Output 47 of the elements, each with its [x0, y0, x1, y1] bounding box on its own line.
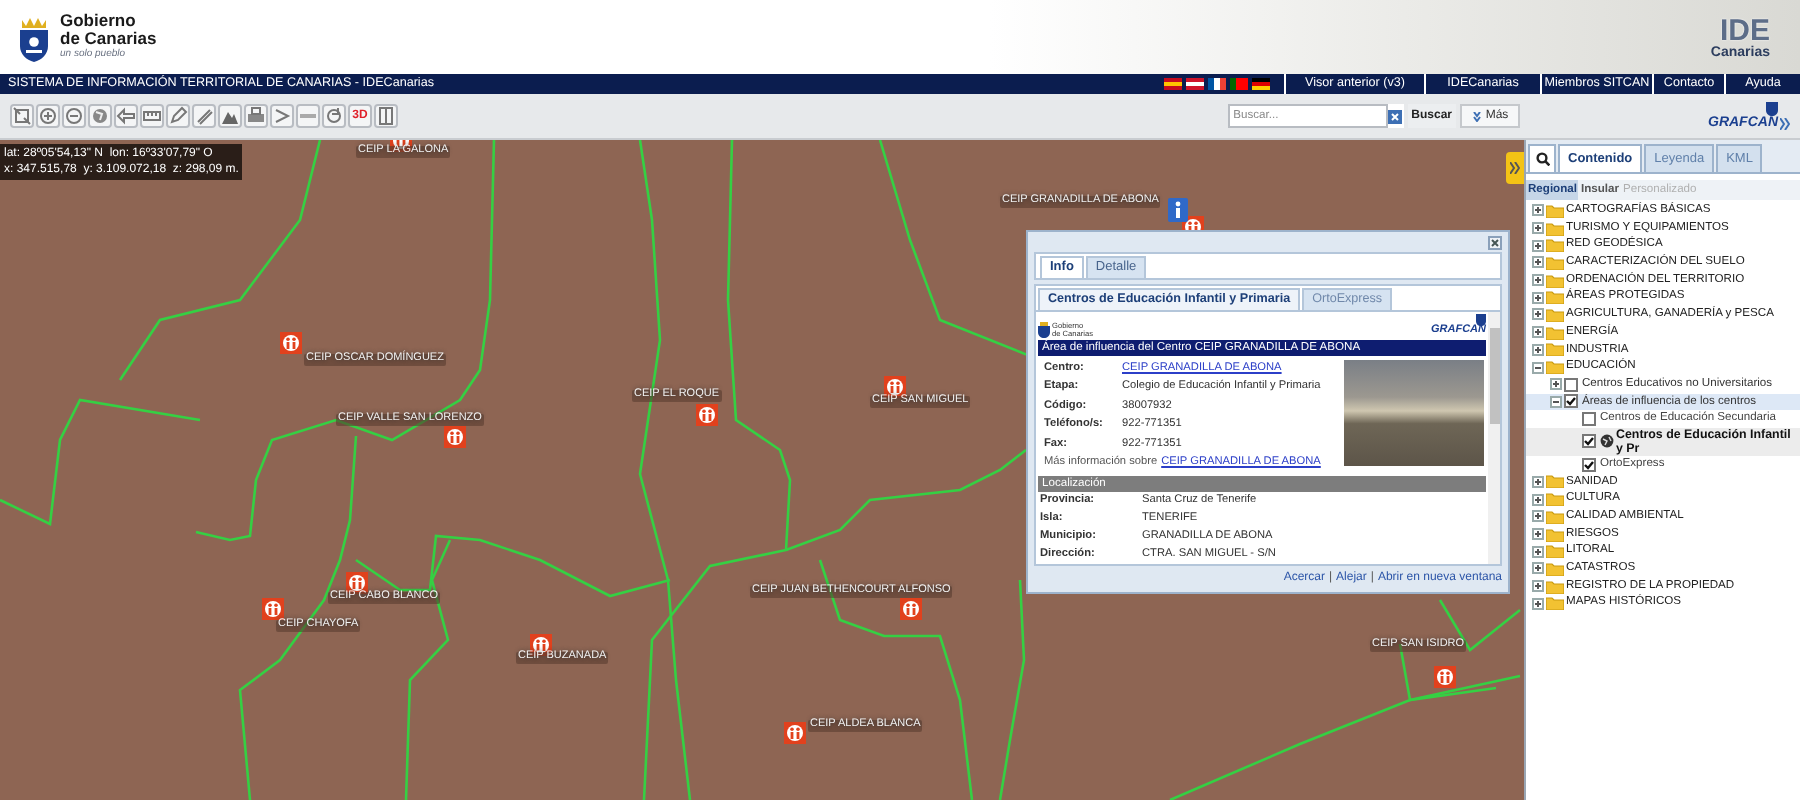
full-extent-button[interactable]	[10, 104, 34, 128]
arrow-left-button[interactable]	[114, 104, 138, 128]
brand-name: Gobierno	[60, 12, 138, 30]
flag-icon	[1208, 78, 1226, 90]
ide-logo: IDE	[1719, 15, 1770, 45]
printer-button[interactable]	[244, 104, 268, 128]
double-chevron-icon	[1471, 111, 1482, 121]
close-button[interactable]	[1488, 236, 1502, 250]
refresh-icon	[324, 106, 344, 126]
pencil-button[interactable]	[166, 104, 190, 128]
flag-icon	[1230, 78, 1248, 90]
panel-toggle-button[interactable]	[1506, 152, 1524, 184]
school-marker-icon	[262, 598, 284, 620]
school-marker-icon	[784, 722, 806, 744]
pencil-icon	[168, 106, 188, 126]
double-chevron-icon	[1510, 162, 1520, 174]
search-icon	[1535, 152, 1549, 166]
ruler-icon	[142, 106, 162, 126]
school-marker-icon	[280, 332, 302, 354]
double-chevron-icon	[1780, 118, 1790, 130]
ruler-button[interactable]	[140, 104, 164, 128]
bar-button[interactable]	[296, 104, 320, 128]
flag-icon	[1164, 78, 1182, 90]
school-marker-icon	[1434, 666, 1456, 688]
search-button[interactable]	[1528, 144, 1556, 172]
info-icon	[1168, 198, 1188, 222]
zoom-out-icon	[64, 106, 84, 126]
refresh-button[interactable]	[322, 104, 346, 128]
zoom-out-button[interactable]	[62, 104, 86, 128]
close-icon	[1488, 236, 1502, 250]
school-marker-icon	[696, 404, 718, 426]
school-marker-icon	[444, 426, 466, 448]
coat-of-arms-icon	[14, 13, 54, 61]
flag-icon	[1186, 78, 1204, 90]
school-marker-icon	[900, 598, 922, 620]
crest-icon	[1476, 314, 1486, 326]
mountain-button[interactable]	[218, 104, 242, 128]
brand-name: de Canarias	[60, 30, 157, 48]
full-extent-icon	[12, 106, 32, 126]
flag-icon	[1252, 78, 1270, 90]
printer-icon	[246, 106, 266, 126]
zoom-in-icon	[38, 106, 58, 126]
photo-placeholder	[1344, 359, 1484, 465]
crest-icon	[1766, 102, 1778, 116]
coat-of-arms-icon	[1038, 321, 1050, 337]
zoom-in-button[interactable]	[36, 104, 60, 128]
arrow-left-icon	[116, 106, 136, 126]
